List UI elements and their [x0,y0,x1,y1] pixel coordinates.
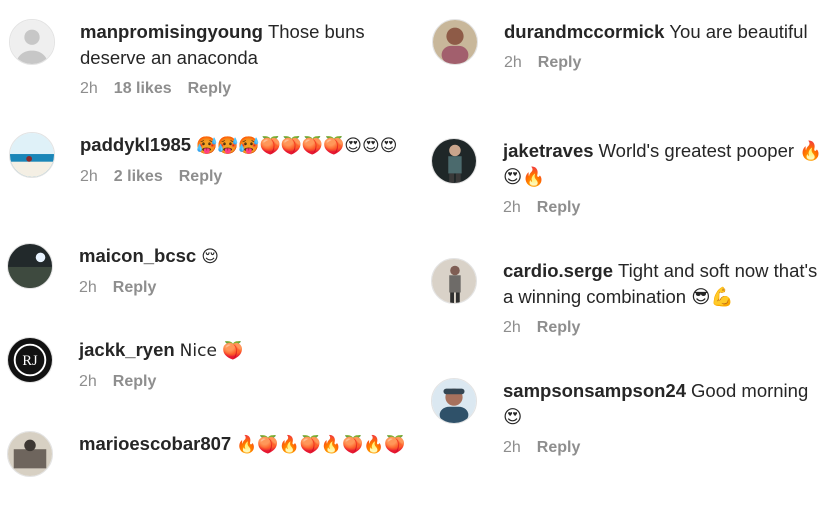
avatar[interactable] [432,19,478,65]
comment-time[interactable]: 2h [79,279,97,297]
default-avatar-icon[interactable] [9,19,55,65]
reply-button[interactable]: Reply [537,199,581,217]
avatar[interactable] [7,243,53,289]
comment-username[interactable]: jackk_ryen [79,339,175,360]
comment-likes[interactable]: 2 likes [114,168,163,186]
reply-button[interactable]: Reply [537,439,581,457]
comment-username[interactable]: sampsonsampson24 [503,380,686,401]
comment-username[interactable]: maicon_bcsc [79,245,196,266]
avatar[interactable] [431,138,477,184]
comment-time[interactable]: 2h [80,80,98,98]
reply-button[interactable]: Reply [179,168,223,186]
comment-text: 🥵🥵🥵🍑🍑🍑🍑😍😍😍 [196,136,398,156]
avatar[interactable] [431,378,477,424]
reply-button[interactable]: Reply [113,279,157,297]
comment-username[interactable]: durandmccormick [504,21,664,42]
comment-text: You are beautiful [669,21,808,42]
reply-button[interactable]: Reply [113,373,157,391]
comment-time[interactable]: 2h [503,439,521,457]
comment-username[interactable]: cardio.serge [503,260,613,281]
comment-time[interactable]: 2h [79,373,97,391]
avatar[interactable] [9,132,55,178]
comment-text: 😌 [201,247,219,267]
reply-button[interactable]: Reply [537,319,581,337]
comment-time[interactable]: 2h [80,168,98,186]
comment-username[interactable]: jaketraves [503,140,594,161]
avatar[interactable] [431,258,477,304]
comment-time[interactable]: 2h [504,54,522,72]
avatar[interactable] [7,431,53,477]
comment-likes[interactable]: 18 likes [114,80,172,98]
comment-time[interactable]: 2h [503,319,521,337]
comment-username[interactable]: paddykl1985 [80,134,191,155]
comment-time[interactable]: 2h [503,199,521,217]
reply-button[interactable]: Reply [188,80,232,98]
comment-text: Nice 🍑 [179,341,244,361]
comment-username[interactable]: manpromisingyoung [80,21,263,42]
rj-logo-icon[interactable]: RJ [7,337,53,383]
svg-text:RJ: RJ [22,353,38,369]
comment-text: 🔥🍑🔥🍑🔥🍑🔥🍑 [236,435,406,455]
reply-button[interactable]: Reply [538,54,582,72]
comment-username[interactable]: marioescobar807 [79,433,231,454]
